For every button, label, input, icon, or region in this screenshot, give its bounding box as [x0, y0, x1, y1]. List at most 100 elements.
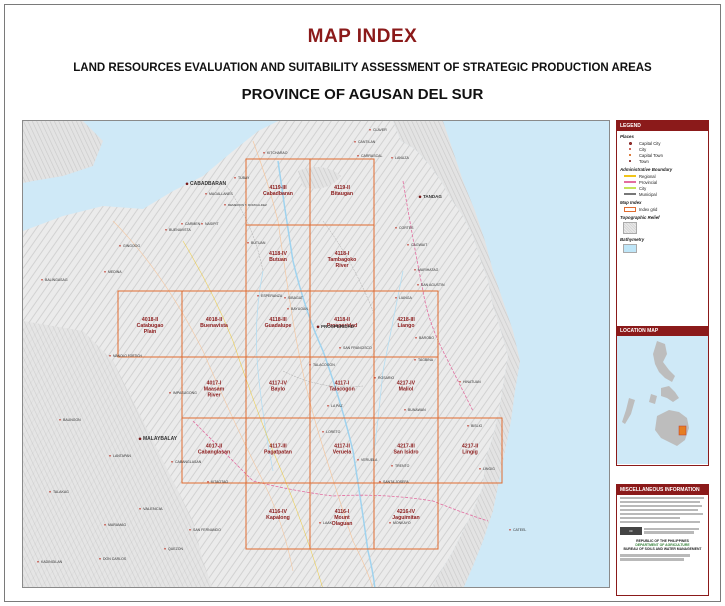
place-dot-icon — [309, 364, 311, 366]
place-label: NASIPIT — [205, 222, 219, 226]
place-dot-icon — [407, 244, 409, 246]
place-label: BUENAVISTA — [169, 228, 191, 232]
place-dot-icon — [59, 419, 61, 421]
place-dot-icon — [357, 155, 359, 157]
place-label: DON CARLOS — [103, 557, 127, 561]
place-label: CLAVER — [373, 128, 387, 132]
tile-name: Maliol — [399, 387, 414, 393]
place-label: BISLIG — [471, 424, 483, 428]
place-dot-icon — [369, 129, 371, 131]
place-dot-icon — [181, 223, 183, 225]
place-dot-icon — [104, 524, 106, 526]
place-dot-icon — [207, 481, 209, 483]
place-dot-icon — [185, 182, 189, 186]
place-dot-icon — [395, 227, 397, 229]
location-map-canvas — [617, 336, 708, 464]
place-dot-icon — [319, 522, 321, 524]
place-dot-icon — [379, 481, 381, 483]
place-label: CABANGLASAN — [175, 460, 202, 464]
place-label: BUNAWAN — [408, 408, 426, 412]
place-label: ESPERANZA — [261, 294, 283, 298]
place-dot-icon — [415, 337, 417, 339]
place-dot-icon — [169, 392, 171, 394]
legend-index-heading: Map Index — [620, 200, 642, 205]
legend-bathy-heading: Bathymetry — [620, 237, 645, 242]
license-block: cc — [617, 525, 708, 537]
tile-name: Buenavista — [200, 323, 228, 329]
place-dot-icon — [509, 529, 511, 531]
misc-panel: MISCELLANEOUS INFORMATION cc REPUBLIC OF… — [616, 484, 709, 596]
place-label: SIBAGAT — [288, 296, 304, 300]
tile-name: Olaguan — [332, 521, 353, 527]
tile-name: Butuan — [269, 257, 287, 263]
tile-name: River — [208, 393, 221, 399]
place-label: CAGWAIT — [411, 243, 428, 247]
place-label: ROSARIO — [378, 376, 394, 380]
place-dot-icon — [49, 491, 51, 493]
place-label: VERUELA — [361, 458, 378, 462]
place-label: SAN FERNANDO — [193, 528, 221, 532]
place-label: LA PAZ — [331, 404, 343, 408]
place-label: LANUZA — [395, 156, 409, 160]
map-canvas[interactable]: 4119-IIICabadbaran4119-IIBitaugan4118-IV… — [23, 121, 610, 588]
tile-name: Lingig — [462, 450, 478, 456]
place-dot-icon — [389, 522, 391, 524]
place-label: BUTUAN — [251, 241, 266, 245]
place-label: QUEZON — [168, 547, 183, 551]
place-dot-icon — [164, 548, 166, 550]
tile-name: Baylo — [271, 387, 285, 393]
place-label: GINGOOG — [123, 244, 140, 248]
tile-name: Cabanglasan — [198, 450, 230, 456]
place-label: MARIHATAG — [418, 268, 439, 272]
tile-name: Talacogon — [329, 387, 355, 393]
place-dot-icon — [139, 508, 141, 510]
place-dot-icon — [391, 465, 393, 467]
province-title: PROVINCE OF AGUSAN DEL SUR — [241, 86, 484, 103]
tile-name: Liango — [397, 323, 414, 329]
place-label: KADINGILAN — [41, 560, 63, 564]
place-dot-icon — [109, 355, 111, 357]
location-map-panel: LOCATION MAP — [616, 326, 709, 466]
capital-town-icon — [628, 153, 632, 157]
town-icon — [629, 160, 631, 162]
department-block: REPUBLIC OF THE PHILIPPINES DEPARTMENT O… — [623, 538, 702, 551]
place-dot-icon — [234, 177, 236, 179]
place-label: SANTA JOSEFA — [383, 480, 409, 484]
place-label: IMPASUGONG — [173, 391, 197, 395]
location-map-title: LOCATION MAP — [617, 326, 708, 336]
tile-name: Veruela — [333, 450, 352, 456]
agusan-highlight — [678, 425, 687, 436]
place-label: CARMEN — [185, 222, 201, 226]
place-label: LAAK — [323, 521, 333, 525]
place-label: TANDAG — [423, 194, 442, 199]
place-dot-icon — [263, 152, 265, 154]
misc-title: MISCELLANEOUS INFORMATION — [617, 485, 708, 495]
place-label: LIANGA — [399, 296, 413, 300]
place-label: KITCHARAO — [267, 151, 288, 155]
place-label: TALAKAG — [53, 490, 69, 494]
place-dot-icon — [357, 459, 359, 461]
place-label: BAYUGAN — [291, 307, 308, 311]
place-dot-icon — [99, 558, 101, 560]
index-map[interactable]: 4119-III Cabadbaran 4119-II Bitaugan 4118-IV… — [22, 120, 610, 588]
place-label: MARAMAG — [108, 523, 126, 527]
place-label: CABADBARAN — [190, 181, 226, 187]
index-grid-icon — [624, 206, 636, 212]
legend-municipal: Municipal — [617, 191, 708, 197]
tile-name: Bitaugan — [331, 191, 353, 197]
place-dot-icon — [327, 405, 329, 407]
place-label: TRENTO — [395, 464, 410, 468]
place-label: CANTILAN — [358, 140, 376, 144]
legend-admin-heading: Administrative Boundary — [620, 167, 673, 172]
place-dot-icon — [37, 561, 39, 563]
place-dot-icon — [417, 284, 419, 286]
place-label: MONKAYO — [393, 521, 411, 525]
place-label: KITAOTAO — [211, 480, 228, 484]
place-label: HINATUAN — [463, 380, 481, 384]
place-label: LORETO — [326, 430, 341, 434]
tile-name: San Isidro — [393, 450, 418, 456]
place-label: BAROBO — [419, 336, 434, 340]
place-dot-icon — [201, 223, 203, 225]
place-dot-icon — [189, 529, 191, 531]
place-label: LANTAPAN — [113, 454, 131, 458]
